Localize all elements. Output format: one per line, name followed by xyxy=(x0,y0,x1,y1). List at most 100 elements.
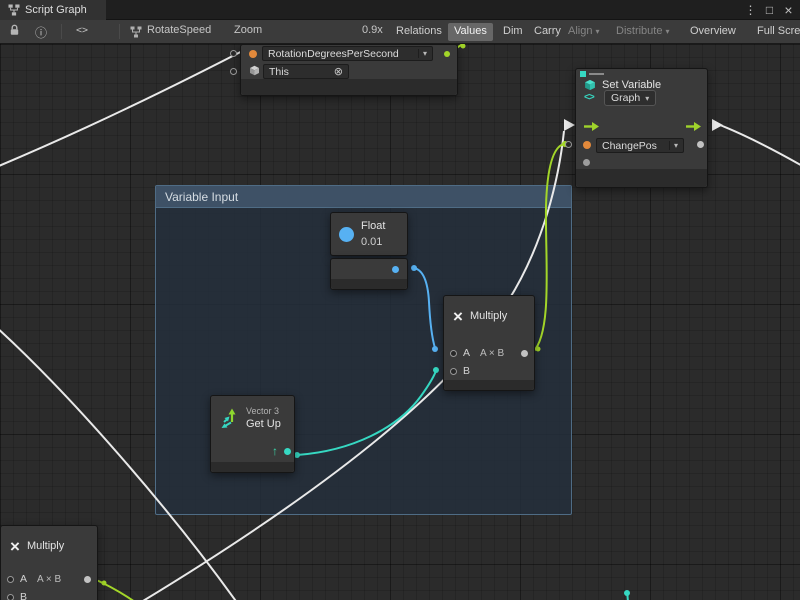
code-icon[interactable]: <> xyxy=(76,25,88,36)
node-float-body[interactable] xyxy=(330,258,408,290)
float-type-icon xyxy=(339,227,354,242)
variable-name-dropdown[interactable]: RotationDegreesPerSecond ▾ xyxy=(262,46,433,61)
input-port[interactable] xyxy=(230,50,237,57)
value-input-port[interactable] xyxy=(565,141,572,148)
wire-multiply2-out[interactable] xyxy=(92,578,135,600)
target-self-field[interactable]: This ⊗ xyxy=(263,64,349,79)
info-icon[interactable]: ⓘ xyxy=(35,24,47,41)
variables-chevron-icon: <> xyxy=(584,92,594,103)
node-footer xyxy=(576,169,707,187)
node-header: × Multiply xyxy=(444,296,534,336)
extra-input-port[interactable] xyxy=(583,159,590,166)
literal-value[interactable]: 0.01 xyxy=(361,234,385,251)
graph-canvas[interactable]: Variable Input xyxy=(0,44,800,600)
node-title: Get Up xyxy=(246,417,281,432)
toolbar-button-fullscreen[interactable]: Full Screen xyxy=(751,23,800,41)
port-label: A xyxy=(20,573,27,585)
node-title: Multiply xyxy=(27,540,64,552)
port-label: B xyxy=(20,591,27,600)
input-port-a[interactable] xyxy=(7,576,14,583)
wire-endpoint-dot xyxy=(624,590,630,596)
control-input-triangle[interactable] xyxy=(564,119,575,131)
control-out-arrow-icon[interactable] xyxy=(685,121,701,132)
menu-kebab-icon[interactable]: ⋮ xyxy=(743,3,758,17)
dropdown-arrow-icon: ▾ xyxy=(418,49,427,58)
toolbar-button-overview[interactable]: Overview xyxy=(684,23,742,41)
port-row-b: B xyxy=(1,588,97,600)
output-port[interactable] xyxy=(444,51,450,57)
variable-icon xyxy=(584,79,596,91)
close-icon[interactable]: × xyxy=(781,2,796,18)
vector3-up-icon xyxy=(218,407,240,429)
node-footer xyxy=(444,380,534,390)
output-port[interactable] xyxy=(521,350,528,357)
control-in-arrow-icon[interactable] xyxy=(583,121,599,132)
value-output-port[interactable] xyxy=(697,141,704,148)
wire-control-from-set-variable[interactable] xyxy=(720,125,800,168)
port-row-a: A A × B xyxy=(1,570,97,588)
wire-control-topleft[interactable] xyxy=(0,44,256,168)
dropdown-arrow-icon: ▾ xyxy=(645,94,649,103)
input-port-a[interactable] xyxy=(450,350,457,357)
node-title: Set Variable xyxy=(602,79,661,91)
window-controls: ⋮ □ × xyxy=(743,0,796,20)
up-arrow-icon: ↑ xyxy=(272,444,278,458)
lock-icon[interactable] xyxy=(9,24,20,37)
node-multiply-2[interactable]: × Multiply A A × B B xyxy=(0,525,98,600)
float-output-port[interactable] xyxy=(392,266,399,273)
result-expression: A × B xyxy=(37,574,61,585)
output-port[interactable] xyxy=(84,576,91,583)
toolbar-button-values[interactable]: Values xyxy=(448,23,493,41)
graph-toolbar: ⓘ <> RotateSpeed Zoom 0.9x Relations Val… xyxy=(0,20,800,44)
port-row-b: B xyxy=(444,362,534,380)
dropdown-arrow-icon: ▾ xyxy=(595,27,599,36)
node-get-variable[interactable]: RotationDegreesPerSecond ▾ This ⊗ xyxy=(240,44,458,96)
wire-endpoint-dot xyxy=(461,44,466,49)
tab-title: Script Graph xyxy=(25,4,87,16)
toolbar-separator xyxy=(119,24,120,39)
node-badge-bar xyxy=(589,73,604,75)
object-variable-dot xyxy=(583,141,591,149)
control-output-triangle[interactable] xyxy=(712,119,723,131)
vector-output-port[interactable] xyxy=(284,448,291,455)
group-header[interactable]: Variable Input xyxy=(156,186,571,208)
input-port-b[interactable] xyxy=(450,368,457,375)
node-type-label: Vector 3 xyxy=(246,405,281,417)
node-multiply[interactable]: × Multiply A A × B B xyxy=(443,295,535,391)
tab-script-graph[interactable]: Script Graph xyxy=(0,0,106,20)
variable-scope-dropdown[interactable]: Graph ▾ xyxy=(604,90,656,106)
node-header: × Multiply xyxy=(1,526,97,566)
dropdown-arrow-icon: ▾ xyxy=(665,27,669,36)
toolbar-button-align[interactable]: Align▾ xyxy=(562,23,605,41)
group-title: Variable Input xyxy=(165,190,238,204)
scope-label: Graph xyxy=(611,92,640,104)
object-variable-dot xyxy=(249,50,257,58)
target-label: This xyxy=(269,66,289,78)
result-expression: A × B xyxy=(480,348,504,359)
input-port[interactable] xyxy=(230,68,237,75)
node-set-variable[interactable]: Set Variable <> Graph ▾ ChangePos ▾ xyxy=(575,68,708,188)
port-label: B xyxy=(463,365,470,377)
node-footer xyxy=(241,79,457,95)
node-title: Multiply xyxy=(470,310,507,322)
toolbar-button-distribute[interactable]: Distribute▾ xyxy=(610,23,675,41)
literal-type-label: Float xyxy=(361,218,385,235)
dropdown-arrow-icon: ▾ xyxy=(669,141,678,150)
node-get-up[interactable]: Vector 3 Get Up ↑ xyxy=(210,395,295,473)
multiply-icon: × xyxy=(453,308,463,325)
input-port-b[interactable] xyxy=(7,594,14,600)
clear-icon[interactable]: ⊗ xyxy=(334,65,343,78)
wire-teal-stub[interactable] xyxy=(627,593,628,600)
toolbar-button-relations[interactable]: Relations xyxy=(390,23,448,41)
graph-name-breadcrumb[interactable]: RotateSpeed xyxy=(147,24,211,36)
node-footer xyxy=(331,279,407,289)
node-float-literal[interactable]: Float 0.01 xyxy=(330,212,408,256)
toolbar-button-dim[interactable]: Dim xyxy=(497,23,529,41)
variable-name-dropdown[interactable]: ChangePos ▾ xyxy=(596,138,684,153)
node-header: Vector 3 Get Up xyxy=(211,396,294,440)
port-label: A xyxy=(463,347,470,359)
graph-asset-icon xyxy=(130,26,142,38)
toolbar-separator xyxy=(61,24,62,39)
zoom-value: 0.9x xyxy=(362,24,383,36)
maximize-icon[interactable]: □ xyxy=(762,3,777,17)
